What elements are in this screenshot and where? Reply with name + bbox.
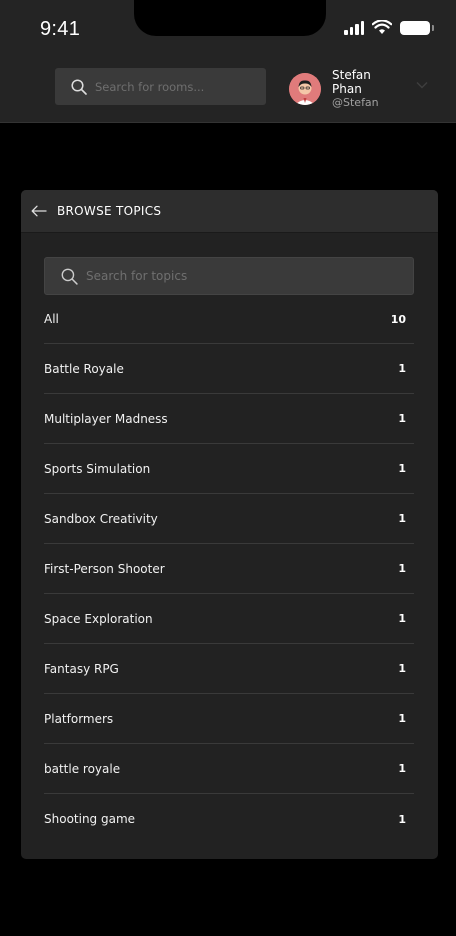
topic-count: 1 (398, 362, 406, 375)
battery-icon (400, 20, 434, 35)
user-handle: @Stefan (332, 96, 379, 109)
topic-count: 1 (398, 762, 406, 775)
topic-list-item[interactable]: Fantasy RPG 1 (44, 644, 414, 694)
topic-name: Sandbox Creativity (44, 511, 158, 526)
panel-header: BROWSE TOPICS (21, 190, 438, 233)
topic-name: Shooting game (44, 812, 136, 826)
topic-list-item[interactable]: First-Person Shooter 1 (44, 544, 414, 594)
topic-count: 1 (398, 562, 406, 575)
topic-list-item[interactable]: Shooting game 1 (44, 794, 414, 844)
topic-name: All (44, 312, 59, 326)
status-time: 9:41 (40, 18, 81, 40)
topic-list-item[interactable]: Multiplayer Madness 1 (44, 394, 414, 444)
topic-count: 10 (390, 312, 406, 326)
topic-name: First-Person Shooter (44, 561, 165, 576)
panel-title: BROWSE TOPICS (57, 204, 162, 218)
wifi-icon (372, 20, 392, 34)
topic-count: 1 (398, 712, 406, 725)
topic-count: 1 (398, 462, 406, 475)
topic-name: Multiplayer Madness (44, 411, 168, 426)
top-header: 9:41 Stefan Phan @Stefan (0, 0, 456, 123)
topic-name: Space Exploration (44, 611, 153, 626)
signal-icon (344, 20, 364, 35)
topic-name: Platformers (44, 711, 114, 726)
avatar[interactable] (289, 73, 321, 105)
topic-count: 1 (398, 612, 406, 625)
topic-list-item[interactable]: Sandbox Creativity 1 (44, 494, 414, 544)
chevron-down-icon[interactable] (416, 81, 428, 89)
topic-count: 1 (398, 812, 406, 826)
topic-name: Fantasy RPG (44, 661, 119, 676)
room-search-input[interactable] (95, 79, 255, 94)
search-icon (71, 78, 87, 95)
topic-count: 1 (398, 412, 406, 425)
topic-count: 1 (398, 512, 406, 525)
topic-list-item[interactable]: battle royale 1 (44, 744, 414, 794)
status-icons (344, 20, 434, 35)
browse-topics-panel: BROWSE TOPICS All10Battle Royale1Multipl… (21, 190, 438, 859)
topic-list: All 10 Battle Royale 1 Multiplayer Madness 1 S… (44, 295, 414, 844)
topic-search-input[interactable] (86, 269, 386, 283)
topic-list-item[interactable]: All 10 (44, 295, 414, 344)
back-arrow-icon[interactable] (31, 202, 49, 220)
topic-name: Battle Royale (44, 361, 124, 376)
topic-list-item[interactable]: Sports Simulation 1 (44, 444, 414, 494)
topic-name: Sports Simulation (44, 461, 151, 476)
device-notch (134, 0, 326, 36)
topic-list-item[interactable]: Battle Royale 1 (44, 344, 414, 394)
topic-name: battle royale (44, 761, 121, 776)
user-name: Stefan Phan (332, 68, 371, 96)
topic-count: 1 (398, 662, 406, 675)
topic-list-item[interactable]: Platformers 1 (44, 694, 414, 744)
search-icon (61, 268, 78, 285)
topic-search-box[interactable] (44, 257, 414, 295)
topic-list-item[interactable]: Space Exploration 1 (44, 594, 414, 644)
room-search-box[interactable] (55, 68, 266, 105)
